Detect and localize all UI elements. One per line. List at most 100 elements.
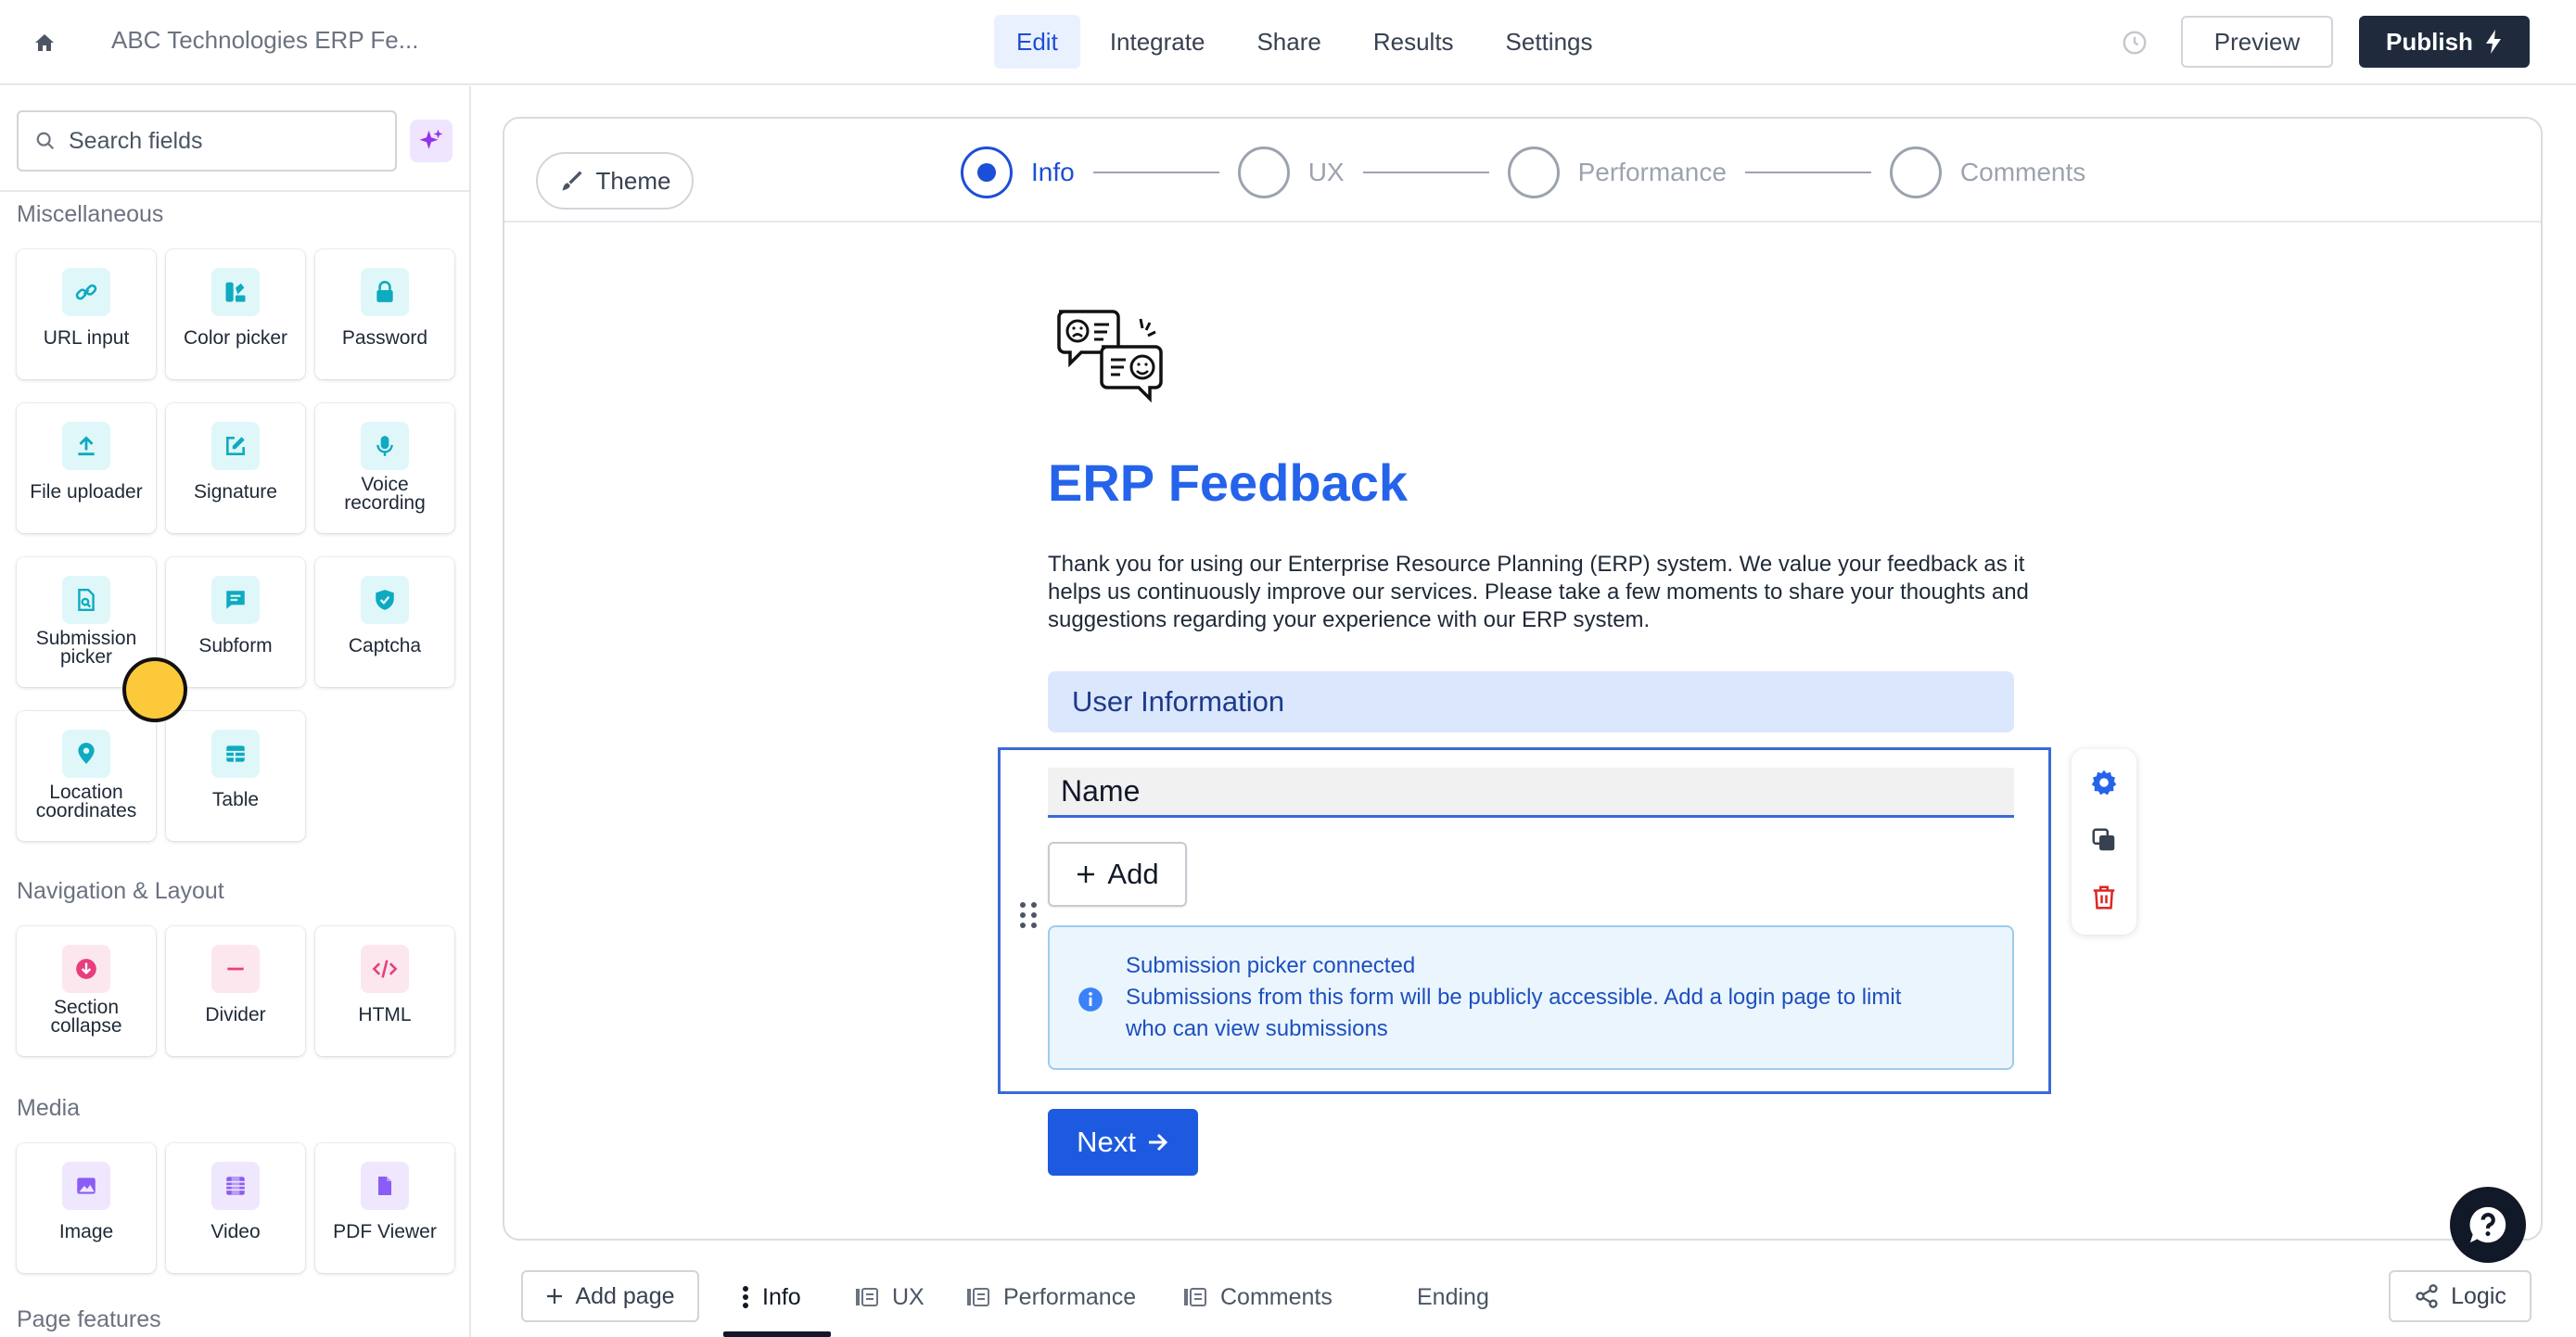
link-icon [62,268,110,316]
step-connector [1744,172,1871,173]
tile-label: Location coordinates [35,782,137,821]
page-tab-label: Comments [1220,1283,1333,1310]
sparkle-icon [419,129,443,149]
field-tile-video[interactable]: Video [166,1143,305,1273]
section-title-miscellaneous: Miscellaneous [17,201,164,227]
field-tile-divider[interactable]: Divider [166,926,305,1056]
tab-share[interactable]: Share [1234,15,1343,69]
step-connector [1362,172,1489,173]
step-label: Info [1031,158,1075,186]
page-stepper: Info UX Performance Comments [961,146,2085,198]
code-icon [361,945,409,993]
plus-icon [547,1289,563,1304]
field-tile-html[interactable]: HTML [315,926,454,1056]
theme-button[interactable]: Theme [536,152,694,210]
step-connector [1092,172,1219,173]
add-button[interactable]: Add [1048,842,1187,907]
page-tab-label: UX [892,1283,925,1310]
help-chat-button[interactable] [2450,1187,2526,1263]
add-page-button[interactable]: Add page [521,1270,699,1322]
tile-label: Password [341,327,428,349]
page-tab-comments[interactable]: Comments [1183,1272,1333,1322]
duplicate-icon[interactable] [2089,825,2119,855]
tile-label: Subform [198,635,273,656]
preview-button[interactable]: Preview [2181,16,2333,68]
tile-label: Voice recording [344,474,426,514]
page-tab-label: Performance [1003,1283,1137,1310]
tile-label: URL input [43,327,130,349]
logic-button[interactable]: Logic [2389,1270,2531,1322]
film-icon [211,1162,260,1210]
tile-label: PDF Viewer [333,1221,437,1242]
trash-icon[interactable] [2089,883,2119,912]
step-comments[interactable]: Comments [1889,146,2085,198]
field-toolbar [2072,749,2136,935]
settings-gear-icon[interactable] [2089,768,2119,797]
name-field-label[interactable]: Name [1048,768,2014,818]
field-sidebar: Miscellaneous URL input Color picker Pas… [0,86,471,1337]
publish-button[interactable]: Publish [2359,16,2530,68]
theme-label: Theme [595,166,671,195]
field-tile-section-collapse[interactable]: Section collapse [17,926,156,1056]
info-icon [1078,987,1103,1012]
section-header-user-information[interactable]: User Information [1048,671,2014,732]
field-tile-captcha[interactable]: Captcha [315,557,454,687]
sidebar-divider [0,190,469,192]
history-icon[interactable] [2116,24,2153,61]
field-tile-table[interactable]: Table [166,711,305,841]
drag-handle-icon[interactable] [1013,899,1044,931]
plus-icon [1078,866,1095,883]
field-tile-password[interactable]: Password [315,249,454,379]
tile-label: Table [211,789,260,810]
page-icon [1184,1288,1206,1306]
tab-results[interactable]: Results [1351,15,1476,69]
page-tab-performance[interactable]: Performance [966,1272,1136,1322]
file-icon [361,1162,409,1210]
page-tab-ux[interactable]: UX [855,1272,925,1322]
feedback-bubbles-icon [1057,310,1163,403]
lightning-icon [2485,30,2501,54]
tile-label: File uploader [30,481,143,503]
table-icon [211,730,260,778]
step-circle [961,146,1013,198]
step-performance[interactable]: Performance [1507,146,1727,198]
section-title-media: Media [17,1095,81,1121]
home-icon[interactable] [26,24,63,61]
field-tile-pdf-viewer[interactable]: PDF Viewer [315,1143,454,1273]
section-title-navigation-layout: Navigation & Layout [17,878,224,904]
search-icon [36,132,55,150]
form-title[interactable]: ABC Technologies ERP Fe... [111,26,418,55]
step-label: UX [1307,158,1345,186]
tab-edit[interactable]: Edit [994,15,1080,69]
next-button[interactable]: Next [1048,1109,1198,1176]
field-tile-file-uploader[interactable]: File uploader [17,403,156,533]
tab-settings[interactable]: Settings [1484,15,1615,69]
cursor-indicator [122,657,187,722]
add-label: Add [1107,858,1159,890]
step-info[interactable]: Info [961,146,1075,198]
field-tile-url-input[interactable]: URL input [17,249,156,379]
top-navigation: Edit Integrate Share Results Settings [994,15,1615,69]
field-tile-location-coordinates[interactable]: Location coordinates [17,711,156,841]
form-description[interactable]: Thank you for using our Enterprise Resou… [1048,551,2031,634]
field-tile-color-picker[interactable]: Color picker [166,249,305,379]
field-tile-image[interactable]: Image [17,1143,156,1273]
search-field[interactable] [17,110,397,172]
field-tile-subform[interactable]: Subform [166,557,305,687]
microphone-icon [361,422,409,470]
field-tile-signature[interactable]: Signature [166,403,305,533]
search-input[interactable] [69,127,375,155]
notice-line-2: who can view submissions [1126,1016,1388,1041]
page-tab-ending[interactable]: Ending [1417,1272,1489,1322]
field-tile-voice-recording[interactable]: Voice recording [315,403,454,533]
step-ux[interactable]: UX [1237,146,1345,198]
ai-sparkle-button[interactable] [410,120,453,162]
tile-label: Section collapse [50,997,122,1037]
submission-picker-notice: Submission picker connected Submissions … [1048,925,2014,1070]
tab-integrate[interactable]: Integrate [1088,15,1228,69]
canvas-header: Theme Info UX Performance Comments [504,119,2541,223]
page-tab-info[interactable]: Info [742,1272,801,1322]
tile-label: Captcha [348,635,422,656]
form-heading[interactable]: ERP Feedback [1048,452,1408,513]
tile-label: Image [58,1221,114,1242]
